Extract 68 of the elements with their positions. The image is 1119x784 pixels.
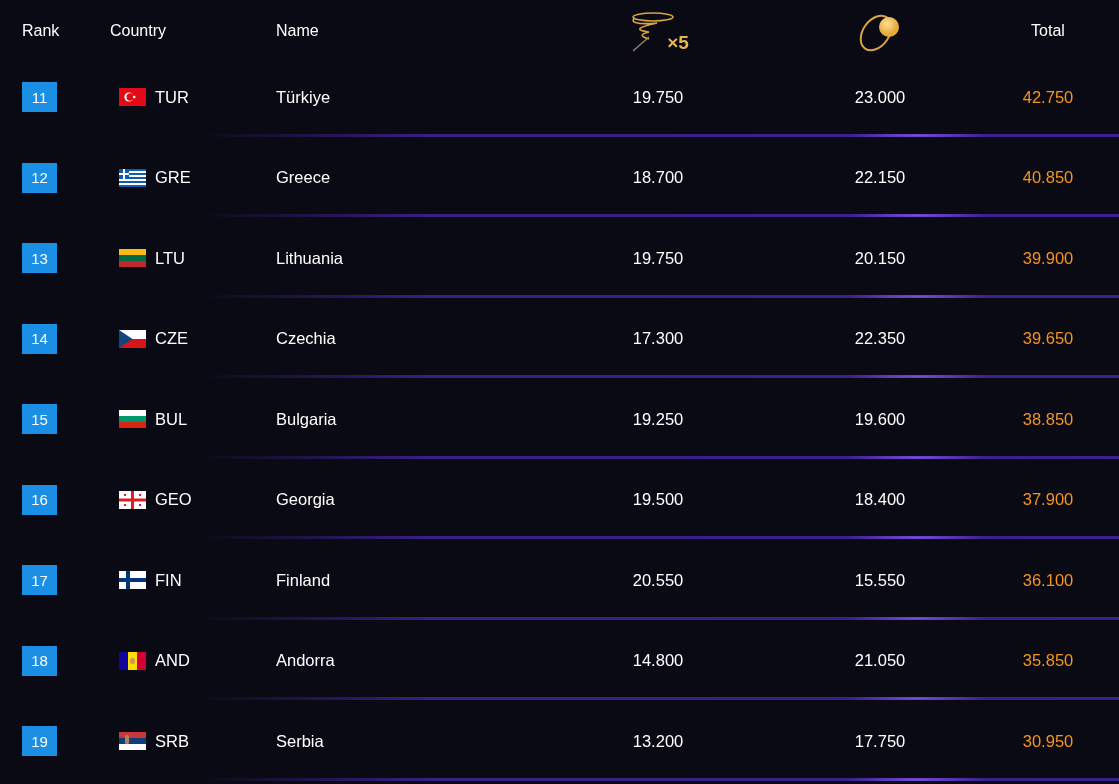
score: 20.550	[632, 570, 684, 589]
total-score: 42.750	[1022, 87, 1074, 106]
total-score: 35.850	[1022, 651, 1074, 670]
country-name: Bulgaria	[276, 409, 337, 428]
rank-badge: 13	[22, 243, 57, 274]
score: 17.300	[632, 329, 684, 348]
score: 18.400	[854, 490, 906, 509]
rank-badge: 18	[22, 645, 57, 676]
country-name: Lithuania	[276, 248, 343, 267]
score: 17.750	[854, 731, 906, 750]
flag-icon	[119, 168, 146, 187]
score: 22.150	[854, 168, 906, 187]
column-header: Total	[1031, 22, 1065, 39]
column-header: Rank	[22, 22, 60, 39]
flag-icon	[119, 571, 146, 590]
country-code: AND	[155, 651, 190, 671]
total-score: 37.900	[1022, 490, 1074, 509]
flag-icon	[119, 651, 146, 670]
country-name: Türkiye	[276, 87, 331, 106]
flag-icon	[119, 410, 146, 429]
score: 23.000	[854, 87, 906, 106]
rank-badge: 19	[22, 726, 57, 757]
score: 13.200	[632, 731, 684, 750]
country-name: Andorra	[276, 651, 335, 670]
rank-badge: 16	[22, 484, 57, 515]
score: 19.600	[854, 409, 906, 428]
country-code: SRB	[155, 731, 189, 751]
country-name: Finland	[276, 570, 331, 589]
score: 19.750	[632, 248, 684, 267]
flag-icon	[119, 490, 146, 509]
flag-icon	[119, 88, 146, 107]
country-code: TUR	[155, 87, 189, 107]
country-name: Greece	[276, 168, 331, 187]
score: 19.250	[632, 409, 684, 428]
total-score: 30.950	[1022, 731, 1074, 750]
country-code: CZE	[155, 329, 188, 349]
country-code: FIN	[155, 570, 182, 590]
score: 19.750	[632, 87, 684, 106]
score: 15.550	[854, 570, 906, 589]
rank-badge: 17	[22, 565, 57, 596]
country-code: LTU	[155, 248, 185, 268]
score: 20.150	[854, 248, 906, 267]
column-header: Name	[276, 22, 319, 39]
country-name: Georgia	[276, 490, 335, 509]
score: 14.800	[632, 651, 684, 670]
country-code: GRE	[155, 168, 191, 188]
rank-badge: 11	[22, 82, 57, 113]
country-code: GEO	[155, 490, 192, 510]
flag-icon	[119, 329, 146, 348]
flag-icon	[119, 249, 146, 268]
flag-icon	[119, 732, 146, 751]
score: 22.350	[854, 329, 906, 348]
country-code: BUL	[155, 409, 188, 429]
total-score: 39.900	[1022, 248, 1074, 267]
score: 21.050	[854, 651, 906, 670]
score: 19.500	[632, 490, 684, 509]
country-name: Czechia	[276, 329, 336, 348]
multiplier-label: ×5	[667, 33, 689, 52]
total-score: 39.650	[1022, 329, 1074, 348]
rank-badge: 15	[22, 404, 57, 435]
column-header: Country	[110, 22, 167, 39]
score: 18.700	[632, 168, 684, 187]
rank-badge: 14	[22, 323, 57, 354]
rank-badge: 12	[22, 162, 57, 193]
total-score: 38.850	[1022, 409, 1074, 428]
total-score: 36.100	[1022, 570, 1074, 589]
country-name: Serbia	[276, 731, 324, 750]
total-score: 40.850	[1022, 168, 1074, 187]
